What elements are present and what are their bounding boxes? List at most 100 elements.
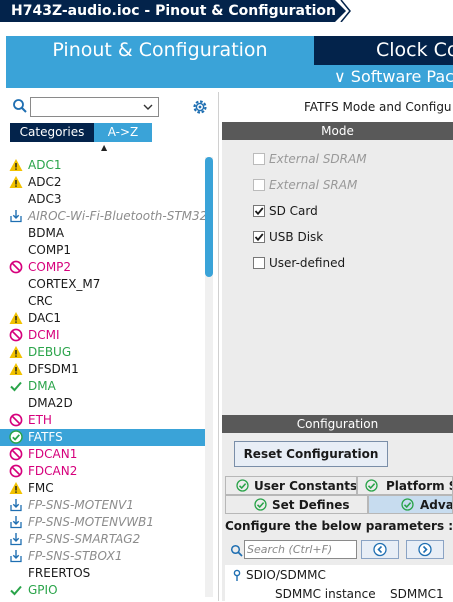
forbidden-icon — [9, 464, 23, 478]
arrow-right-icon — [418, 542, 432, 557]
component-item-comp1[interactable]: COMP1 — [0, 242, 205, 259]
search-icon — [13, 99, 27, 113]
parameters-heading: Configure the below parameters : — [225, 519, 453, 533]
component-search-input[interactable] — [30, 97, 159, 117]
search-icon — [230, 544, 243, 557]
check-icon — [9, 583, 23, 597]
component-item-fp-sns-motenv1[interactable]: FP-SNS-MOTENV1 — [0, 497, 205, 514]
download-icon — [9, 549, 23, 563]
component-item-comp2[interactable]: COMP2 — [0, 259, 205, 276]
warning-icon — [9, 158, 23, 172]
window-title: H743Z-audio.ioc - Pinout & Configuration — [0, 0, 336, 22]
tab-pinout-configuration[interactable]: Pinout & Configuration — [6, 36, 314, 88]
component-item-label: DFSDM1 — [28, 362, 79, 376]
warning-icon — [9, 362, 23, 376]
check-circle-icon — [236, 479, 249, 492]
tab-set-defines-label: Set Defines — [272, 498, 350, 512]
checkmark-icon — [254, 233, 264, 242]
tab-clock-configuration[interactable]: Clock Co — [314, 36, 453, 65]
breadcrumb-chevron-icon — [340, 0, 351, 22]
component-item-fdcan1[interactable]: FDCAN1 — [0, 446, 205, 463]
component-item-label: ADC2 — [28, 175, 62, 189]
forbidden-icon — [9, 447, 23, 461]
component-item-fmc[interactable]: FMC — [0, 480, 205, 497]
component-item-gpio[interactable]: GPIO — [0, 582, 205, 599]
component-item-label: DAC1 — [28, 311, 62, 325]
component-item-dac1[interactable]: DAC1 — [0, 310, 205, 327]
component-item-label: CORTEX_M7 — [28, 277, 101, 291]
component-item-freertos[interactable]: FREERTOS — [0, 565, 205, 582]
component-item-adc2[interactable]: ADC2 — [0, 174, 205, 191]
search-next-button[interactable] — [406, 540, 444, 559]
tab-categories[interactable]: Categories — [10, 123, 94, 142]
mode-option-label: USB Disk — [269, 230, 324, 244]
scrollbar-thumb[interactable] — [205, 157, 213, 277]
mode-option-label: SD Card — [269, 204, 318, 218]
warning-icon — [9, 175, 23, 189]
warning-icon — [9, 311, 23, 325]
component-item-adc3[interactable]: ADC3 — [0, 191, 205, 208]
component-list-panel: Categories A->Z ▲ ADC1 ADC2 ADC3 AIROC-Wi-F… — [0, 92, 219, 601]
gear-icon[interactable] — [191, 98, 209, 116]
download-icon — [9, 209, 23, 223]
component-item-dfsdm1[interactable]: DFSDM1 — [0, 361, 205, 378]
search-previous-button[interactable] — [361, 540, 399, 559]
checkbox[interactable] — [253, 257, 265, 269]
component-item-label: FDCAN2 — [28, 464, 78, 478]
component-item-label: FP-SNS-MOTENVWB1 — [28, 515, 154, 529]
sort-caret-icon[interactable]: ▲ — [101, 143, 107, 152]
component-item-fatfs[interactable]: FATFS — [0, 429, 205, 446]
tab-platform-settings[interactable]: Platform Se — [357, 476, 453, 495]
tree-row-label: SDMMC instance — [275, 587, 376, 601]
software-packs-menu[interactable]: ∨ Software Pac — [314, 65, 453, 88]
component-item-fdcan2[interactable]: FDCAN2 — [0, 463, 205, 480]
component-item-label: FP-SNS-STBOX1 — [28, 549, 123, 563]
tab-set-defines[interactable]: Set Defines — [225, 495, 368, 514]
component-item-label: AIROC-Wi-Fi-Bluetooth-STM32 — [28, 209, 208, 223]
forbidden-icon — [9, 260, 23, 274]
mode-options-area: External SDRAM External SRAM SD Card USB Di… — [222, 140, 453, 415]
component-item-adc1[interactable]: ADC1 — [0, 157, 205, 174]
component-item-crc[interactable]: CRC — [0, 293, 205, 310]
component-item-label: FATFS — [28, 430, 63, 444]
checkbox[interactable] — [253, 205, 265, 217]
component-item-dma2d[interactable]: DMA2D — [0, 395, 205, 412]
mode-option-label: External SRAM — [269, 178, 358, 192]
tab-user-constants[interactable]: User Constants — [225, 476, 357, 495]
tree-row-sdmmc-instance[interactable]: SDMMC instance SDMMC1 — [275, 587, 444, 601]
component-item-label: FREERTOS — [28, 566, 91, 580]
forbidden-icon — [9, 328, 23, 342]
component-item-fp-sns-motenvwb1[interactable]: FP-SNS-MOTENVWB1 — [0, 514, 205, 531]
chevron-down-icon[interactable] — [142, 101, 154, 113]
tab-a-to-z[interactable]: A->Z — [94, 123, 152, 142]
configuration-area: Reset Configuration User Constants Platf… — [222, 433, 453, 601]
component-item-label: BDMA — [28, 226, 65, 240]
checkbox — [253, 179, 265, 191]
checkbox[interactable] — [253, 231, 265, 243]
component-item-airoc-wi-fi-bluetooth-stm32[interactable]: AIROC-Wi-Fi-Bluetooth-STM32 — [0, 208, 208, 225]
component-list: ADC1 ADC2 ADC3 AIROC-Wi-Fi-Bluetooth-STM32 B… — [0, 157, 208, 599]
component-item-label: FMC — [28, 481, 54, 495]
component-item-eth[interactable]: ETH — [0, 412, 205, 429]
component-item-debug[interactable]: DEBUG — [0, 344, 205, 361]
tab-advanced-settings[interactable]: Advan — [368, 495, 453, 514]
component-item-label: CRC — [28, 294, 53, 308]
component-item-fp-sns-stbox1[interactable]: FP-SNS-STBOX1 — [0, 548, 205, 565]
component-item-dma[interactable]: DMA — [0, 378, 205, 395]
check-circle-icon — [365, 479, 378, 492]
component-item-fp-sns-smartag2[interactable]: FP-SNS-SMARTAG2 — [0, 531, 205, 548]
title-bar: H743Z-audio.ioc - Pinout & Configuration — [0, 0, 453, 22]
mode-panel-title: FATFS Mode and Configu — [304, 100, 452, 114]
list-scrollbar[interactable] — [205, 157, 213, 597]
component-item-bdma[interactable]: BDMA — [0, 225, 205, 242]
top-tab-strip: Pinout & Configuration Clock Co ∨ Softwa… — [0, 22, 453, 92]
component-item-cortex-m7[interactable]: CORTEX_M7 — [0, 276, 205, 293]
component-item-label: DMA — [28, 379, 56, 393]
check-circle-icon — [9, 430, 23, 444]
download-icon — [9, 515, 23, 529]
parameter-search-input[interactable]: Search (Ctrl+F) — [244, 540, 357, 559]
mode-section-header: Mode — [222, 122, 453, 140]
mode-option-label: User-defined — [269, 256, 346, 270]
reset-configuration-button[interactable]: Reset Configuration — [234, 441, 388, 467]
component-item-dcmi[interactable]: DCMI — [0, 327, 205, 344]
